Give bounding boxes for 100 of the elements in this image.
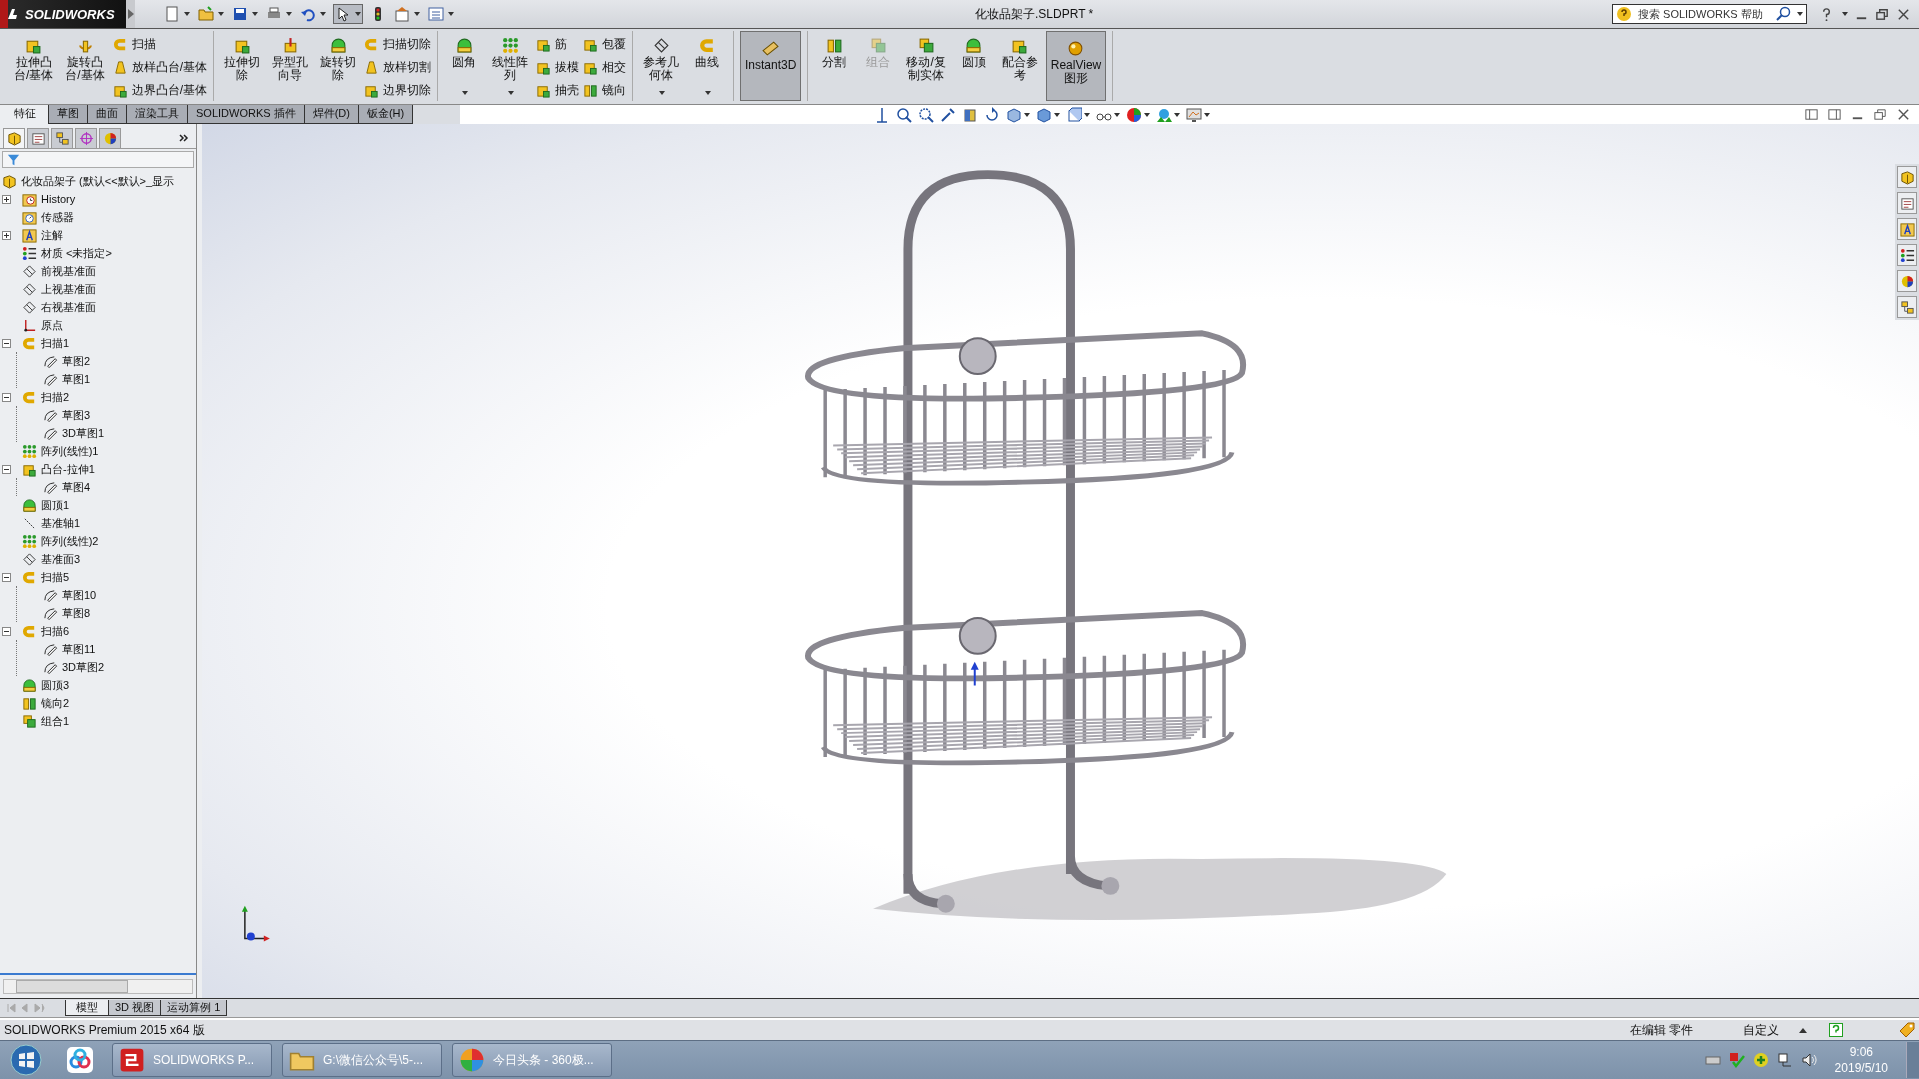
search-icon[interactable] bbox=[1775, 6, 1791, 22]
zoom-area-icon[interactable] bbox=[918, 106, 934, 123]
app-logo[interactable]: SOLIDWORKS bbox=[0, 0, 126, 28]
collapse-toggle-icon[interactable] bbox=[2, 626, 11, 636]
close-icon[interactable] bbox=[1896, 107, 1911, 122]
tree-item[interactable]: 扫描1 bbox=[22, 335, 70, 351]
ribbon-button[interactable]: 边界凸台/基体 bbox=[112, 81, 208, 100]
filter-field[interactable] bbox=[2, 151, 194, 168]
ribbon-button[interactable]: 圆顶 bbox=[953, 31, 994, 97]
cube-icon[interactable] bbox=[1006, 106, 1022, 123]
list-icon[interactable] bbox=[428, 6, 444, 22]
tree-item[interactable]: 草图11 bbox=[43, 641, 96, 657]
ribbon-button[interactable]: 相交 bbox=[583, 58, 627, 77]
help-icon[interactable] bbox=[1829, 1023, 1843, 1037]
tree-item[interactable]: 扫描5 bbox=[22, 569, 70, 585]
open-folder-icon[interactable] bbox=[198, 6, 214, 22]
undo-icon[interactable] bbox=[300, 6, 316, 22]
tree-item[interactable]: 基准轴1 bbox=[22, 515, 81, 531]
tree-item[interactable]: 草图2 bbox=[43, 353, 91, 369]
ribbon-button[interactable]: 配合参 考 bbox=[997, 31, 1042, 97]
tab[interactable]: 草图 bbox=[48, 105, 88, 124]
ribbon-button[interactable]: 拔模 bbox=[536, 58, 580, 77]
tab[interactable]: 焊件(D) bbox=[303, 105, 359, 124]
panel-tab[interactable] bbox=[99, 128, 121, 148]
tree-item[interactable]: 基准面3 bbox=[22, 551, 81, 567]
tree-item[interactable]: 材质 <未指定> bbox=[22, 245, 112, 261]
section-view-icon[interactable] bbox=[962, 106, 978, 123]
previous-view-icon[interactable] bbox=[940, 106, 956, 123]
rotate-icon[interactable] bbox=[984, 106, 1000, 123]
tree-item[interactable]: 传感器 bbox=[22, 209, 74, 225]
collapse-toggle-icon[interactable] bbox=[2, 464, 11, 474]
ribbon-button[interactable]: 边界切除 bbox=[364, 81, 432, 100]
tab[interactable]: 3D 视图 bbox=[108, 1000, 162, 1016]
ribbon-button[interactable]: 分割 bbox=[814, 31, 855, 97]
tree-item[interactable]: 草图4 bbox=[43, 479, 91, 495]
ribbon-button[interactable]: 包覆 bbox=[583, 35, 627, 54]
new-document-icon[interactable] bbox=[164, 6, 180, 22]
tab[interactable]: 特征 bbox=[0, 105, 49, 124]
tab[interactable]: 运动算例 1 bbox=[160, 1000, 228, 1016]
ribbon-button[interactable]: 拉伸切 除 bbox=[220, 31, 265, 97]
tree-item[interactable]: History bbox=[22, 191, 76, 207]
orient-arrow-icon[interactable] bbox=[874, 106, 890, 123]
ribbon-button[interactable]: 筋 bbox=[536, 35, 580, 54]
ribbon-button[interactable]: Instant3D bbox=[740, 31, 802, 101]
ribbon-button[interactable]: 异型孔 向导 bbox=[268, 31, 313, 97]
collapse-toggle-icon[interactable] bbox=[2, 572, 11, 582]
tree-item[interactable]: 注解 bbox=[22, 227, 63, 243]
ribbon-button[interactable]: 圆角 bbox=[444, 31, 485, 97]
tree-item[interactable]: 草图3 bbox=[43, 407, 91, 423]
horizontal-scrollbar[interactable] bbox=[3, 979, 193, 994]
split-view-icon[interactable] bbox=[1804, 107, 1819, 122]
ribbon-button[interactable]: 拉伸凸 台/基体 bbox=[10, 31, 58, 97]
tree-item[interactable]: 草图10 bbox=[43, 587, 97, 603]
tree-item[interactable]: 草图1 bbox=[43, 371, 91, 387]
search-field[interactable]: 搜索 SOLIDWORKS 帮助 bbox=[1612, 4, 1807, 24]
pointer-icon[interactable] bbox=[335, 6, 351, 22]
expand-toggle-icon[interactable] bbox=[2, 194, 11, 204]
expand-toggle-icon[interactable] bbox=[2, 230, 11, 240]
shield-check-icon[interactable] bbox=[1728, 1052, 1745, 1068]
ribbon-button[interactable]: RealView 图形 bbox=[1045, 31, 1107, 101]
scene-icon[interactable] bbox=[1156, 106, 1172, 123]
network-icon[interactable] bbox=[1776, 1052, 1793, 1068]
ribbon-button[interactable]: 参考几 何体 bbox=[639, 31, 684, 97]
ribbon-button[interactable]: 线性阵 列 bbox=[488, 31, 533, 97]
tree-item[interactable]: 右视基准面 bbox=[22, 299, 96, 315]
task-pane-tab[interactable] bbox=[1897, 244, 1917, 266]
ribbon-button[interactable]: 放样切割 bbox=[364, 58, 432, 77]
task-pane-tab[interactable] bbox=[1897, 166, 1917, 188]
restore-icon[interactable] bbox=[1875, 6, 1890, 22]
split-view-icon[interactable] bbox=[1827, 107, 1842, 122]
ribbon-button[interactable]: 旋转切 除 bbox=[316, 31, 361, 97]
save-icon[interactable] bbox=[232, 6, 248, 22]
ribbon-button[interactable]: 扫描切除 bbox=[364, 35, 432, 54]
tree-item[interactable]: 阵列(线性)2 bbox=[22, 533, 99, 549]
tree-item[interactable]: 前视基准面 bbox=[22, 263, 96, 279]
tree-item[interactable]: 凸台-拉伸1 bbox=[22, 461, 95, 477]
ribbon-button[interactable]: 旋转凸 台/基体 bbox=[61, 31, 109, 97]
task-pane-tab[interactable] bbox=[1897, 296, 1917, 318]
collapse-toggle-icon[interactable] bbox=[2, 338, 11, 348]
restore-icon[interactable] bbox=[1873, 107, 1888, 122]
panel-tab[interactable] bbox=[75, 128, 97, 148]
tree-item[interactable]: 组合1 bbox=[22, 713, 70, 729]
tree-item[interactable]: 阵列(线性)1 bbox=[22, 443, 99, 459]
panel-tab[interactable] bbox=[27, 128, 49, 148]
tree-item[interactable]: 3D草图1 bbox=[43, 425, 105, 441]
tab[interactable]: 曲面 bbox=[87, 105, 127, 124]
move-handle-icon[interactable] bbox=[970, 661, 979, 687]
task-pane-tab[interactable] bbox=[1897, 270, 1917, 292]
options-icon[interactable] bbox=[394, 6, 410, 22]
cube-icon[interactable] bbox=[1066, 106, 1082, 123]
tree-item[interactable]: 扫描6 bbox=[22, 623, 70, 639]
tree-item[interactable]: 3D草图2 bbox=[43, 659, 105, 675]
ribbon-button[interactable]: 移动/复 制实体 bbox=[902, 31, 950, 97]
ribbon-button[interactable]: 镜向 bbox=[583, 81, 627, 100]
tab[interactable]: 钣金(H) bbox=[357, 105, 414, 124]
plus-circle-icon[interactable] bbox=[1752, 1052, 1769, 1068]
tree-item[interactable]: 化妆品架子 (默认<<默认>_显示 bbox=[2, 172, 196, 190]
tree-item[interactable]: 扫描2 bbox=[22, 389, 70, 405]
tree-item[interactable]: 镜向2 bbox=[22, 695, 70, 711]
speaker-icon[interactable] bbox=[1800, 1052, 1817, 1068]
